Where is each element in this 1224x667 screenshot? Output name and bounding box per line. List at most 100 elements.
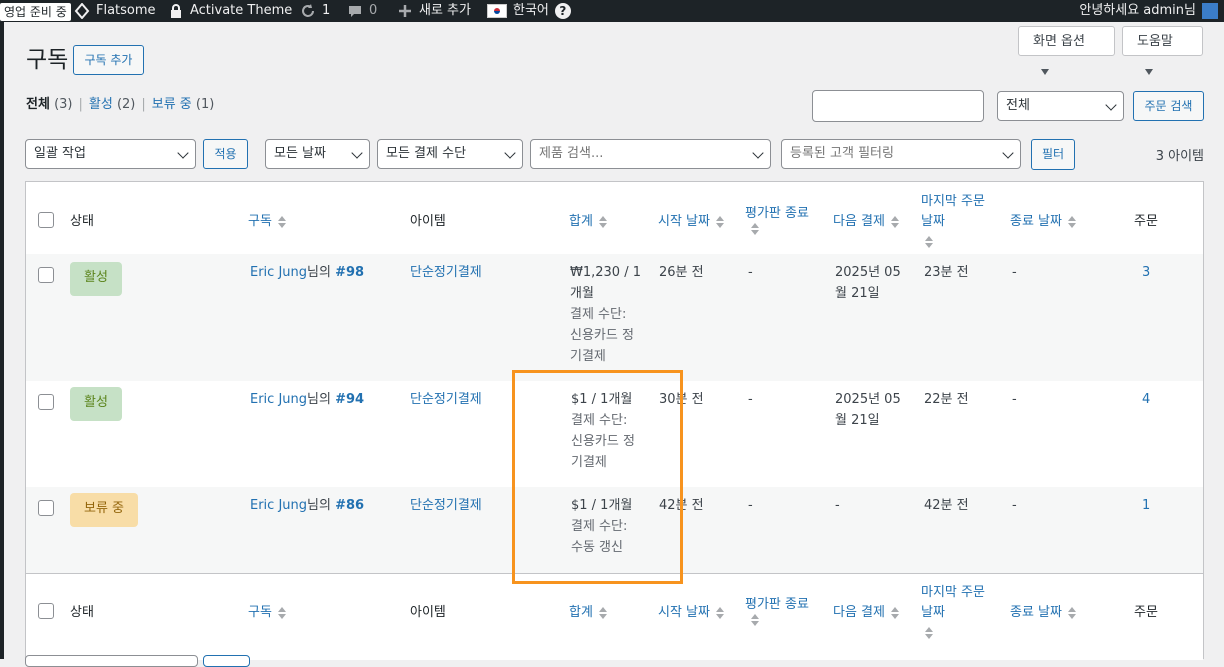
date-filter-select[interactable]: 모든 날짜 — [265, 139, 370, 169]
apply-button-bottom[interactable] — [203, 655, 250, 667]
orders-count-link[interactable]: 4 — [1142, 389, 1150, 410]
col-end-date-label: 종료 날짜 — [1010, 214, 1062, 229]
add-subscription-button[interactable]: 구독 추가 — [73, 45, 144, 75]
sort-icon — [925, 626, 933, 639]
coming-soon-badge[interactable]: 영업 준비 중 — [0, 0, 71, 22]
col-orders: 주문 — [1134, 605, 1158, 620]
coming-soon-label: 영업 준비 중 — [0, 3, 71, 21]
total-amount: ₩1,230 / 1 — [570, 265, 641, 280]
col-last-order-date[interactable]: 마지막 주문 날짜 — [921, 192, 1001, 252]
view-active[interactable]: 활성 (2) — [89, 97, 135, 112]
screen-options-button[interactable]: 화면 옵션 — [1018, 26, 1115, 75]
payment-method-select[interactable]: 모든 결제 수단 — [377, 139, 523, 169]
col-total[interactable]: 합계 — [569, 601, 607, 620]
last-order-date: 42분 전 — [924, 498, 969, 513]
new-content-link[interactable]: 새로 추가 — [397, 0, 471, 22]
avatar — [1202, 3, 1218, 19]
bulk-action-value: 일괄 작업 — [34, 146, 86, 161]
col-total[interactable]: 합계 — [569, 210, 607, 229]
row-checkbox[interactable] — [38, 267, 54, 283]
language-switcher[interactable]: 한국어 ? — [487, 0, 571, 22]
col-next-payment-label: 다음 결제 — [833, 214, 885, 229]
search-orders-button[interactable]: 주문 검색 — [1133, 91, 1204, 121]
apply-button[interactable]: 적용 — [203, 139, 248, 169]
help-button[interactable]: 도움말 — [1122, 26, 1203, 75]
col-items: 아이템 — [410, 605, 446, 620]
bulk-action-select-bottom[interactable] — [25, 655, 198, 667]
status-badge: 활성 — [70, 387, 122, 421]
col-trial-end[interactable]: 평가판 종료 — [745, 593, 825, 627]
col-subscription[interactable]: 구독 — [248, 601, 286, 620]
subscription-link[interactable]: Eric Jung님의 #86 — [250, 495, 364, 516]
greeting-label: 안녕하세요 admin님 — [1079, 3, 1196, 18]
customer-filter-select[interactable]: 등록된 고객 필터링 — [781, 139, 1021, 169]
last-order-date: 22분 전 — [924, 392, 969, 407]
end-date: - — [1012, 392, 1017, 407]
sort-icon — [598, 606, 607, 619]
next-payment: 2025년 05 월 21일 — [835, 389, 915, 431]
site-name-link[interactable]: Flatsome — [74, 0, 156, 22]
chevron-down-icon — [752, 147, 764, 159]
subscription-number: #86 — [335, 498, 365, 513]
site-name-label: Flatsome — [96, 3, 156, 18]
filter-button[interactable]: 필터 — [1031, 139, 1075, 170]
search-scope-select[interactable]: 전체 — [997, 91, 1124, 121]
my-account-link[interactable]: 안녕하세요 admin님 — [1079, 0, 1218, 22]
col-subscription[interactable]: 구독 — [248, 210, 286, 229]
subscription-link[interactable]: Eric Jung님의 #94 — [250, 389, 364, 410]
col-next-payment[interactable]: 다음 결제 — [833, 210, 899, 229]
next-payment: - — [835, 498, 840, 513]
col-start-date[interactable]: 시작 날짜 — [658, 601, 724, 620]
row-checkbox[interactable] — [38, 394, 54, 410]
col-end-date[interactable]: 종료 날짜 — [1010, 601, 1076, 620]
col-start-date[interactable]: 시작 날짜 — [658, 210, 724, 229]
bulk-action-select[interactable]: 일괄 작업 — [25, 139, 196, 169]
orders-count: 4 — [1142, 392, 1151, 407]
subscription-link[interactable]: Eric Jung님의 #98 — [250, 262, 364, 283]
select-all-checkbox-footer[interactable] — [38, 603, 54, 619]
total-cell: ₩1,230 / 1 개월 결제 수단: 신용카드 정 기결제 — [570, 262, 650, 367]
updates-link[interactable]: 1 — [300, 0, 330, 22]
item-link[interactable]: 단순정기결제 — [410, 389, 482, 410]
total-period: 개월 — [570, 286, 594, 301]
sort-icon — [598, 215, 607, 228]
orders-count-link[interactable]: 1 — [1142, 495, 1150, 516]
sort-icon — [277, 215, 286, 228]
product-search-select[interactable]: 제품 검색... — [530, 139, 771, 169]
end-date: - — [1012, 265, 1017, 280]
table-footer: 상태 구독 아이템 합계 시작 날짜 평가판 종료 다음 결제 마지막 주문 날짜… — [26, 573, 1203, 660]
activate-theme-link[interactable]: Activate Theme — [168, 0, 292, 22]
subscription-number: #94 — [335, 392, 365, 407]
view-all-count: (3) — [54, 97, 73, 112]
item-link[interactable]: 단순정기결제 — [410, 495, 482, 516]
customer-name: Eric Jung — [250, 392, 308, 407]
refresh-icon — [302, 4, 314, 17]
col-next-payment[interactable]: 다음 결제 — [833, 601, 899, 620]
sort-icon — [890, 215, 899, 228]
item-label: 단순정기결제 — [410, 498, 482, 513]
customer-filter-placeholder: 등록된 고객 필터링 — [790, 146, 894, 161]
view-all-label: 전체 — [26, 97, 50, 112]
item-link[interactable]: 단순정기결제 — [410, 262, 482, 283]
col-start-date-label: 시작 날짜 — [658, 214, 710, 229]
col-last-order-label-1: 마지막 주문 — [921, 585, 985, 600]
view-on-hold[interactable]: 보류 중 (1) — [152, 97, 215, 112]
item-label: 단순정기결제 — [410, 392, 482, 407]
col-last-order-label-1: 마지막 주문 — [921, 194, 985, 209]
sort-icon — [715, 215, 724, 228]
row-checkbox[interactable] — [38, 500, 54, 516]
col-last-order-date[interactable]: 마지막 주문 날짜 — [921, 583, 1001, 643]
comments-count: 0 — [369, 3, 378, 18]
next-payment-line-2: 월 21일 — [835, 286, 880, 301]
view-all[interactable]: 전체 (3) — [26, 97, 72, 112]
orders-count-link[interactable]: 3 — [1142, 262, 1150, 283]
search-input[interactable] — [812, 90, 984, 122]
col-end-date[interactable]: 종료 날짜 — [1010, 210, 1076, 229]
lock-icon — [171, 4, 181, 18]
select-all-checkbox[interactable] — [38, 212, 54, 228]
items-count: 3 아이템 — [1155, 149, 1204, 164]
status-badge: 활성 — [70, 262, 122, 296]
help-icon[interactable]: ? — [554, 3, 571, 19]
comments-link[interactable]: 0 — [347, 0, 377, 22]
col-trial-end[interactable]: 평가판 종료 — [745, 202, 825, 236]
